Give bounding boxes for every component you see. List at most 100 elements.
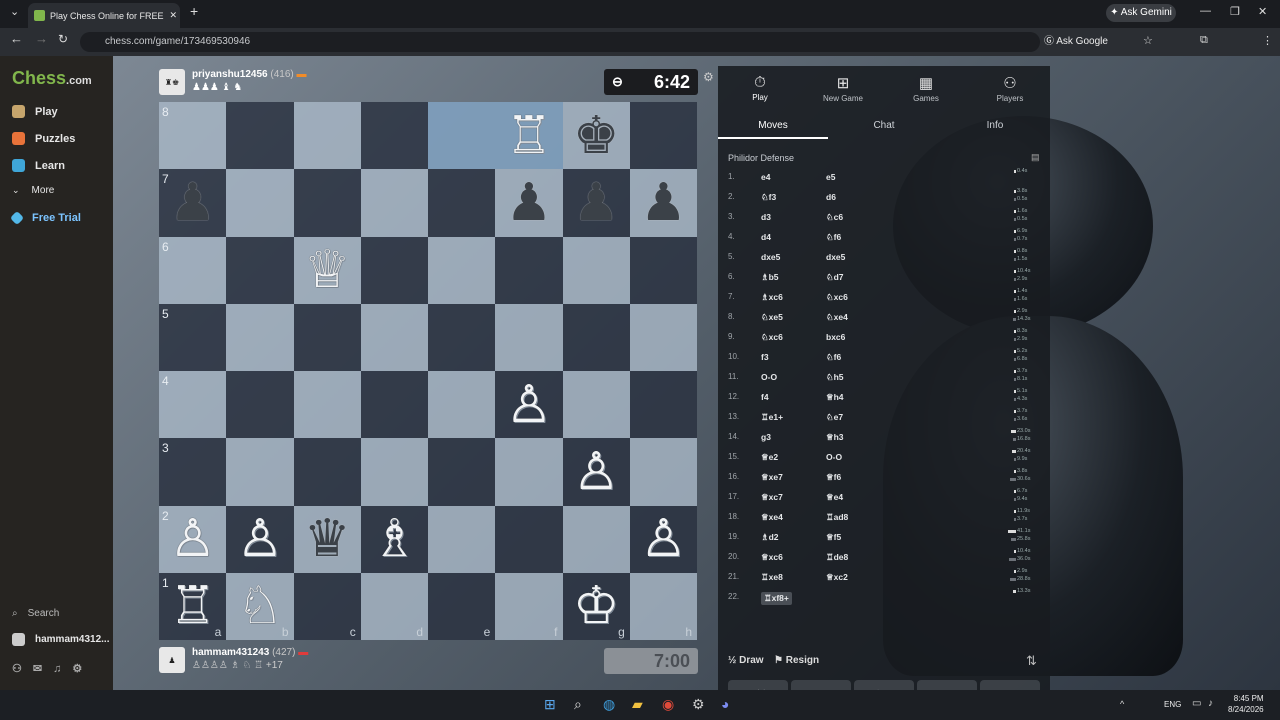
square-c8[interactable] [293, 102, 361, 170]
black-move[interactable]: ♘d7 [826, 272, 844, 283]
square-b8[interactable] [226, 102, 294, 170]
square-c7[interactable] [293, 169, 361, 237]
square-d2[interactable]: ♗ [360, 505, 428, 573]
tab-list-icon[interactable]: ⌄ [10, 5, 19, 18]
square-d8[interactable] [360, 102, 428, 170]
white-move[interactable]: ♖xf8+ [761, 592, 792, 605]
square-d1[interactable]: d [360, 572, 428, 640]
piece-a2[interactable]: ♙ [169, 513, 216, 565]
sidebar-user[interactable]: hammam4312... [12, 633, 110, 646]
opening-book-icon[interactable]: ▤ [1031, 152, 1040, 163]
square-g1[interactable]: ♔ g [562, 572, 630, 640]
square-f4[interactable]: ♙ [495, 371, 563, 439]
sidebar-search[interactable]: ⌕ Search [12, 608, 59, 619]
white-move[interactable]: g3 [761, 432, 771, 442]
piece-h7[interactable]: ♟ [640, 177, 687, 229]
square-f8[interactable]: ♖ [495, 102, 563, 170]
square-b1[interactable]: ♘ b [226, 572, 294, 640]
black-move[interactable]: ♕f5 [826, 532, 841, 543]
square-e5[interactable] [428, 303, 496, 371]
tray-chevron-icon[interactable]: ^ [1120, 699, 1124, 709]
square-a1[interactable]: ♖ 1 a [159, 572, 227, 640]
black-move[interactable]: ♖de8 [826, 552, 848, 563]
square-b7[interactable] [226, 169, 294, 237]
ask-gemini-button[interactable]: ✦ Ask Gemini [1106, 4, 1176, 22]
black-move[interactable]: ♕e4 [826, 492, 843, 503]
square-f3[interactable] [495, 438, 563, 506]
ask-google-button[interactable]: Ⓖ Ask Google [1044, 32, 1114, 52]
white-move[interactable]: ♕e2 [761, 452, 778, 463]
square-b4[interactable] [226, 371, 294, 439]
square-c4[interactable] [293, 371, 361, 439]
square-g2[interactable] [562, 505, 630, 573]
white-move[interactable]: ♗xc6 [761, 292, 783, 303]
edge-icon[interactable]: ◍ [603, 696, 615, 713]
black-move[interactable]: bxc6 [826, 332, 845, 342]
chessboard[interactable]: 8 ♖ ♚ ♟ 7 ♟ ♟ ♟ 6 ♕ 5 4 ♙ 3 ♙ ♙ 2 ♙ ♛ ♗ ♙ ♖ 1 a ♘ b c d e f ♔ g h [159, 102, 697, 640]
panel-tab-new-game[interactable]: ⊞ New Game [813, 74, 873, 103]
white-move[interactable]: ♖xe8 [761, 572, 783, 583]
white-move[interactable]: ♘xc6 [761, 332, 783, 343]
square-h2[interactable]: ♙ [629, 505, 697, 573]
windows-start-icon[interactable]: ⊞ [544, 696, 556, 713]
piece-f4[interactable]: ♙ [506, 379, 553, 431]
maximize-icon[interactable]: ❐ [1230, 5, 1240, 18]
square-b5[interactable] [226, 303, 294, 371]
piece-g1[interactable]: ♔ [573, 580, 620, 632]
white-move[interactable]: ♕xc7 [761, 492, 783, 503]
black-move[interactable]: ♘xc6 [826, 292, 848, 303]
square-c2[interactable]: ♛ [293, 505, 361, 573]
square-e8[interactable] [428, 102, 496, 170]
square-d6[interactable] [360, 236, 428, 304]
black-move[interactable]: ♕xc2 [826, 572, 848, 583]
black-move[interactable]: ♕h3 [826, 432, 844, 443]
white-move[interactable]: ♕xe7 [761, 472, 783, 483]
white-move[interactable]: f4 [761, 392, 769, 402]
square-a2[interactable]: ♙ 2 [159, 505, 227, 573]
black-move[interactable]: ♘xe4 [826, 312, 848, 323]
square-a8[interactable]: 8 [159, 102, 227, 170]
square-g5[interactable] [562, 303, 630, 371]
piece-c6[interactable]: ♕ [304, 244, 351, 296]
file-explorer-icon[interactable]: ▰ [632, 696, 643, 713]
piece-f7[interactable]: ♟ [506, 177, 553, 229]
piece-b2[interactable]: ♙ [237, 513, 284, 565]
discord-icon[interactable]: ◕ [721, 696, 729, 712]
square-a3[interactable]: 3 [159, 438, 227, 506]
panel-tab-play[interactable]: ⏱ Play [730, 74, 790, 102]
square-h6[interactable] [629, 236, 697, 304]
square-d3[interactable] [360, 438, 428, 506]
square-e4[interactable] [428, 371, 496, 439]
black-move[interactable]: O-O [826, 452, 842, 462]
top-player-name[interactable]: priyanshu12456 (416) ▬ [192, 69, 307, 80]
board-settings-gear-icon[interactable]: ⚙ [703, 70, 714, 84]
square-c5[interactable] [293, 303, 361, 371]
settings-gear-icon[interactable]: ⚙ [72, 662, 93, 675]
browser-menu-icon[interactable]: ⋮ [1262, 34, 1273, 47]
white-move[interactable]: d3 [761, 212, 771, 222]
white-move[interactable]: ♖e1+ [761, 412, 783, 423]
square-g3[interactable]: ♙ [562, 438, 630, 506]
white-move[interactable]: ♗b5 [761, 272, 779, 283]
square-f6[interactable] [495, 236, 563, 304]
back-icon[interactable]: ← [10, 31, 23, 46]
white-move[interactable]: ♕xe4 [761, 512, 783, 523]
browser-tab[interactable]: Play Chess Online for FREE ✕ [28, 3, 180, 28]
resign-button[interactable]: ⚑ Resign [774, 655, 819, 666]
sidebar-footer-icons[interactable]: ⚇ ✉ ♫ ⚙ [12, 662, 93, 676]
sidebar-item-more[interactable]: ⌄ More [12, 185, 54, 196]
square-c6[interactable]: ♕ [293, 236, 361, 304]
square-a6[interactable]: 6 [159, 236, 227, 304]
square-f7[interactable]: ♟ [495, 169, 563, 237]
forward-icon[interactable]: → [35, 31, 48, 46]
white-move[interactable]: ♘xe5 [761, 312, 783, 323]
black-move[interactable]: ♕f6 [826, 472, 841, 483]
black-move[interactable]: ♘f6 [826, 352, 841, 363]
square-e1[interactable]: e [428, 572, 496, 640]
piece-g8[interactable]: ♚ [573, 110, 620, 162]
white-move[interactable]: dxe5 [761, 252, 780, 262]
panel-tab-players[interactable]: ⚇ Players [980, 74, 1040, 103]
white-move[interactable]: ♘f3 [761, 192, 776, 203]
close-window-icon[interactable]: ✕ [1258, 5, 1267, 18]
extensions-icon[interactable]: ⧉ [1200, 34, 1208, 47]
